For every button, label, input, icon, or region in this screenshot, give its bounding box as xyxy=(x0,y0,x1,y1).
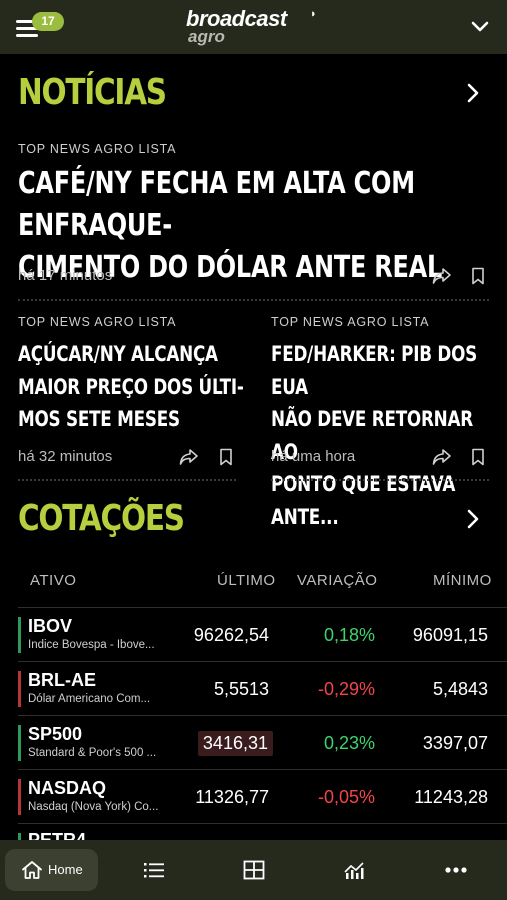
chevron-down-icon[interactable] xyxy=(471,18,489,36)
headline-line: CAFÉ/NY FECHA EM ALTA COM ENFRAQUE- xyxy=(18,166,415,243)
asset-name: Standard & Poor's 500 ... xyxy=(28,747,157,759)
nav-home-label: Home xyxy=(48,862,83,877)
bookmark-icon[interactable] xyxy=(218,448,234,466)
news-chevron-right-icon[interactable] xyxy=(465,82,481,104)
broadcast-agro-logo[interactable]: broadcast ◗ agro xyxy=(186,6,326,50)
share-icon[interactable] xyxy=(432,448,452,466)
asset-symbol: SP500 xyxy=(28,724,83,744)
nav-home-button[interactable]: Home xyxy=(5,849,98,891)
asset-symbol: NASDAQ xyxy=(28,778,107,798)
divider xyxy=(18,299,489,301)
table-row[interactable]: NASDAQ Nasdaq (Nova York) Co... 11326,77… xyxy=(18,769,507,823)
news-time: há uma hora xyxy=(271,448,356,465)
change-percent: -0,29% xyxy=(317,679,375,699)
quotes-section-title[interactable]: COTAÇÕES xyxy=(18,498,185,539)
trend-indicator-down xyxy=(18,671,21,707)
headline-line: MAIOR PREÇO DOS ÚLTI- xyxy=(18,374,244,399)
logo-signal-icon: ◗ xyxy=(310,8,317,20)
asset-name: Nasdaq (Nova York) Co... xyxy=(28,801,159,813)
last-price: 11326,77 xyxy=(195,787,269,807)
share-icon[interactable] xyxy=(432,267,452,285)
news-section-title[interactable]: NOTÍCIAS xyxy=(18,72,167,113)
asset-symbol: BRL-AE xyxy=(28,670,96,690)
table-row[interactable]: SP500 Standard & Poor's 500 ... 3416,31 … xyxy=(18,715,507,769)
column-header-min[interactable]: MÍNIMO xyxy=(433,572,492,589)
asset-symbol: PETR4 xyxy=(28,830,87,840)
bottom-nav-bar: Home xyxy=(0,840,507,900)
divider xyxy=(271,479,489,481)
asset-name: Dólar Americano Com... xyxy=(28,693,151,705)
bookmark-icon[interactable] xyxy=(470,448,486,466)
headline-line: FED/HARKER: PIB DOS EUA xyxy=(271,342,478,399)
logo-sub-text: agro xyxy=(188,27,225,46)
share-icon[interactable] xyxy=(179,448,199,466)
home-icon xyxy=(22,861,42,879)
last-price: 3416,31 xyxy=(197,731,273,756)
column-header-change[interactable]: VARIAÇÃO xyxy=(297,572,377,589)
headline-line: MOS SETE MESES xyxy=(18,407,180,431)
min-price: 3397,07 xyxy=(422,733,488,753)
news-time: há 32 minutos xyxy=(18,448,113,465)
last-price: 96262,54 xyxy=(193,625,269,645)
trend-indicator-up xyxy=(18,725,21,761)
column-header-asset[interactable]: ATIVO xyxy=(30,572,76,589)
featured-news-time: há 17 minutos xyxy=(18,267,113,284)
news-headline[interactable]: FED/HARKER: PIB DOS EUA NÃO DEVE RETORNA… xyxy=(271,338,503,533)
table-row-partial[interactable]: PETR4 xyxy=(18,823,507,840)
featured-news-kicker: TOP NEWS AGRO LISTA xyxy=(18,142,177,156)
column-header-last[interactable]: ÚLTIMO xyxy=(217,572,276,589)
quotes-chevron-right-icon[interactable] xyxy=(465,508,481,530)
notification-badge[interactable]: 17 xyxy=(32,12,64,31)
trend-indicator-up xyxy=(18,833,21,840)
list-icon[interactable] xyxy=(142,860,166,880)
trend-indicator-up xyxy=(18,617,21,653)
change-percent: 0,18% xyxy=(323,625,375,645)
news-headline[interactable]: AÇÚCAR/NY ALCANÇA MAIOR PREÇO DOS ÚLTI- … xyxy=(18,338,250,436)
table-row[interactable]: BRL-AE Dólar Americano Com... 5,5513 -0,… xyxy=(18,661,507,715)
change-percent: -0,05% xyxy=(317,787,375,807)
top-bar: 17 broadcast ◗ agro xyxy=(0,0,507,54)
last-price: 5,5513 xyxy=(213,679,269,699)
trend-indicator-down xyxy=(18,779,21,815)
more-icon[interactable] xyxy=(444,860,468,880)
headline-line: AÇÚCAR/NY ALCANÇA xyxy=(18,342,218,366)
change-percent: 0,23% xyxy=(323,733,375,753)
divider xyxy=(18,479,236,481)
news-kicker: TOP NEWS AGRO LISTA xyxy=(271,315,430,329)
asset-symbol: IBOV xyxy=(28,616,73,636)
bookmark-icon[interactable] xyxy=(470,267,486,285)
table-row[interactable]: IBOV Índice Bovespa - Ibove... 96262,54 … xyxy=(18,607,507,661)
chart-icon[interactable] xyxy=(343,860,367,880)
grid-icon[interactable] xyxy=(242,860,266,880)
min-price: 96091,15 xyxy=(412,625,488,645)
min-price: 5,4843 xyxy=(432,679,488,699)
min-price: 11243,28 xyxy=(414,787,488,807)
news-kicker: TOP NEWS AGRO LISTA xyxy=(18,315,177,329)
asset-name: Índice Bovespa - Ibove... xyxy=(28,639,155,651)
